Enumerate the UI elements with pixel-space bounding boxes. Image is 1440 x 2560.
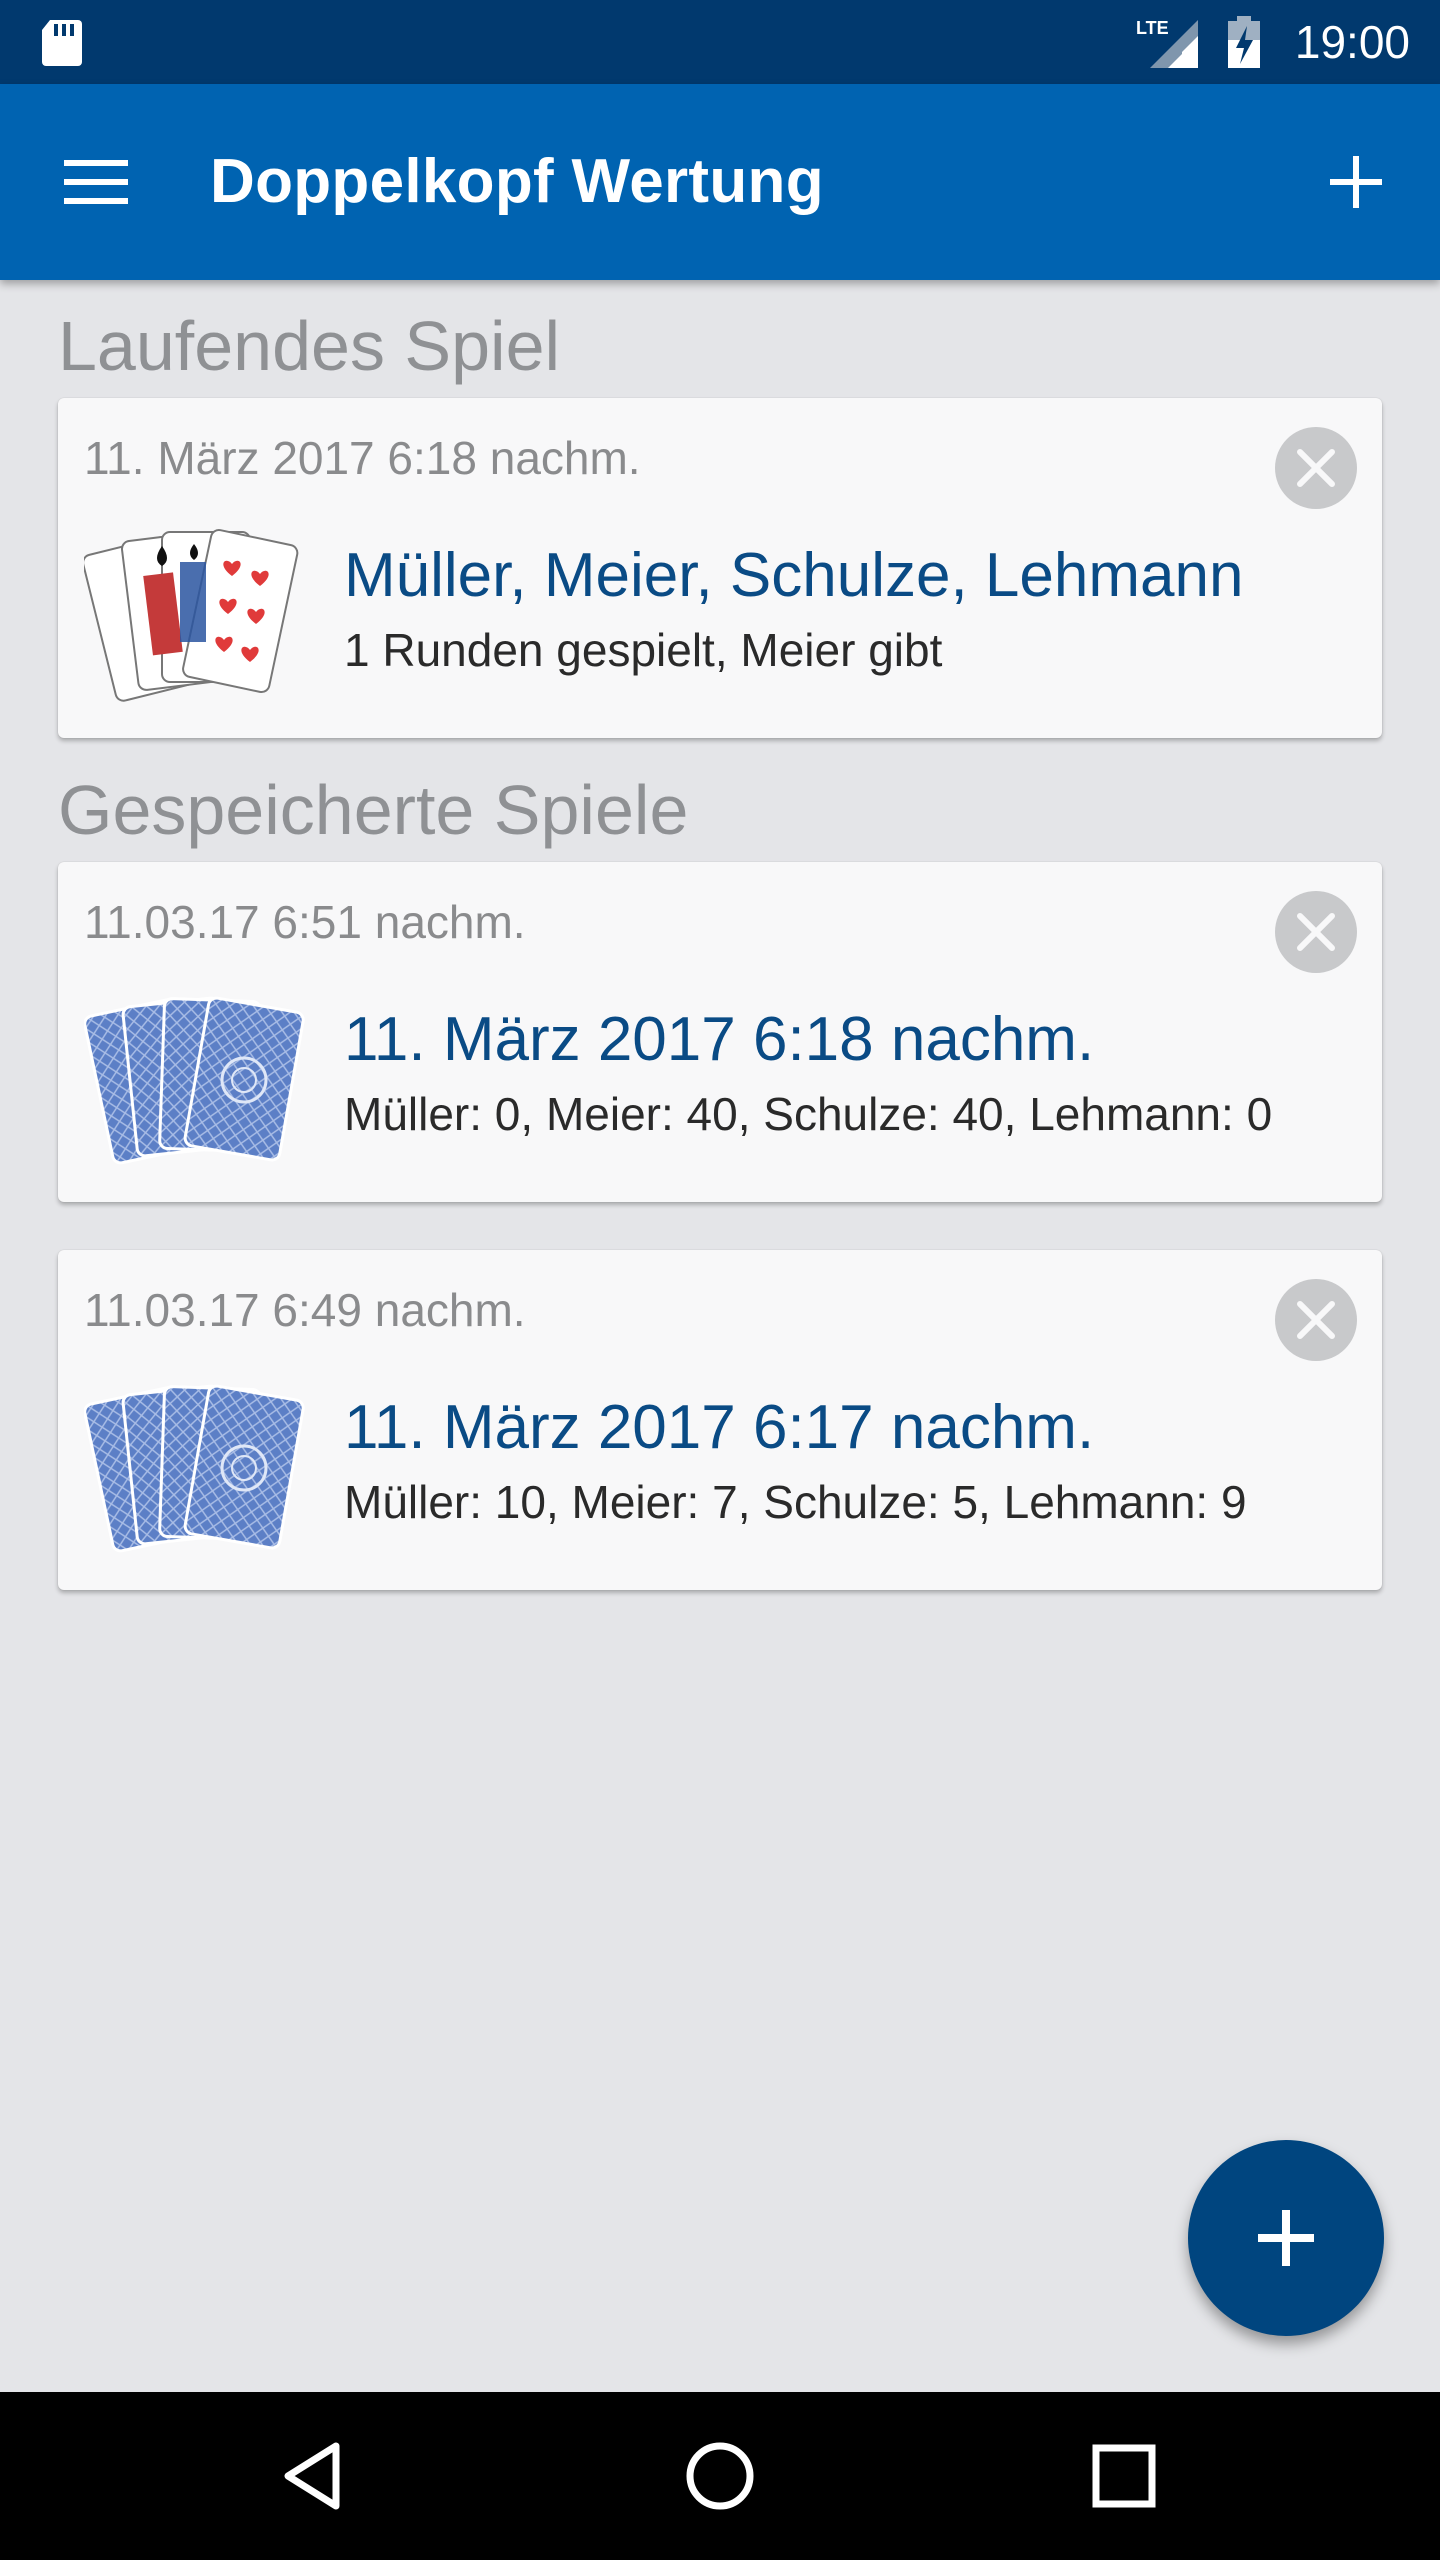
add-game-button[interactable] — [1312, 138, 1400, 226]
section-heading-running: Laufendes Spiel — [58, 307, 561, 385]
game-subtitle: 1 Runden gespielt, Meier gibt — [344, 624, 943, 676]
game-score: Müller: 0, Meier: 40, Schulze: 40, Lehma… — [344, 1088, 1273, 1140]
close-icon[interactable] — [1274, 890, 1358, 974]
hamburger-menu-icon[interactable] — [56, 142, 136, 222]
sd-card-icon — [42, 20, 82, 66]
app-bar: Doppelkopf Wertung — [0, 84, 1440, 280]
game-date: 11.03.17 6:51 nachm. — [84, 896, 526, 948]
close-icon[interactable] — [1274, 426, 1358, 510]
playing-cards-face-up-icon — [84, 529, 299, 702]
game-date: 11.03.17 6:49 nachm. — [84, 1284, 526, 1336]
game-date: 11. März 2017 6:18 nachm. — [84, 432, 641, 484]
status-clock: 19:00 — [1294, 16, 1410, 68]
playing-cards-back-icon — [84, 996, 305, 1165]
status-bar: LTE 19:00 — [0, 0, 1440, 84]
battery-charging-icon — [1228, 16, 1260, 68]
system-nav-bar — [0, 2392, 1440, 2560]
section-heading-saved: Gespeicherte Spiele — [58, 771, 689, 849]
game-score: Müller: 10, Meier: 7, Schulze: 5, Lehman… — [344, 1476, 1247, 1528]
svg-text:LTE: LTE — [1136, 18, 1169, 38]
back-icon[interactable] — [266, 2426, 366, 2526]
game-title: 11. März 2017 6:18 nachm. — [344, 1005, 1095, 1074]
lte-signal-icon: LTE — [1136, 18, 1198, 68]
recents-icon[interactable] — [1074, 2426, 1174, 2526]
close-icon[interactable] — [1274, 1278, 1358, 1362]
game-title: 11. März 2017 6:17 nachm. — [344, 1393, 1095, 1462]
plus-icon — [1258, 2210, 1314, 2266]
running-game-card[interactable]: 11. März 2017 6:18 nachm. Müller, Meier,… — [58, 398, 1382, 738]
app-title: Doppelkopf Wertung — [210, 147, 824, 216]
new-game-fab[interactable] — [1188, 2140, 1384, 2336]
game-title: Müller, Meier, Schulze, Lehmann — [344, 541, 1244, 610]
playing-cards-back-icon — [84, 1384, 305, 1553]
saved-game-card[interactable]: 11.03.17 6:51 nachm. 11. März 2017 6:18 … — [58, 862, 1382, 1202]
saved-game-card[interactable]: 11.03.17 6:49 nachm. 11. März 2017 6:17 … — [58, 1250, 1382, 1590]
home-icon[interactable] — [670, 2426, 770, 2526]
